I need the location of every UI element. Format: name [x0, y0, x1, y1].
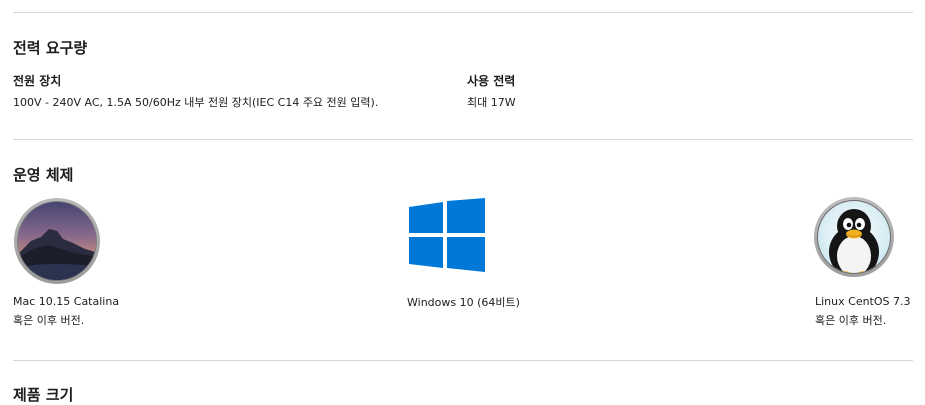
os-mac: Mac 10.15 Catalina 혹은 이후 버전. [13, 292, 119, 330]
os-section-title: 운영 체제 [13, 166, 74, 184]
size-section-title: 제품 크기 [13, 386, 74, 404]
divider-middle [13, 139, 913, 140]
os-mac-name: Mac 10.15 Catalina [13, 295, 120, 308]
os-linux: Linux CentOS 7.3 혹은 이후 버전. [815, 292, 911, 330]
power-usage-label: 사용 전력 [467, 74, 516, 88]
os-linux-name: Linux CentOS 7.3 [815, 295, 911, 308]
os-mac-note: 혹은 이후 버전. [13, 314, 85, 327]
power-usage-value: 최대 17W [467, 96, 516, 109]
windows-logo-icon [409, 198, 486, 272]
macos-catalina-icon [13, 197, 101, 285]
power-section-title: 전력 요구량 [13, 39, 88, 57]
os-linux-note: 혹은 이후 버전. [815, 314, 887, 327]
linux-tux-icon [813, 196, 895, 278]
power-supply-value: 100V - 240V AC, 1.5A 50/60Hz 내부 전원 장치(IE… [13, 96, 379, 109]
power-supply-label: 전원 장치 [13, 74, 62, 88]
divider-top [13, 12, 913, 13]
os-windows-name: Windows 10 (64비트) [407, 296, 520, 309]
divider-bottom [13, 360, 913, 361]
os-windows: Windows 10 (64비트) [407, 293, 520, 312]
